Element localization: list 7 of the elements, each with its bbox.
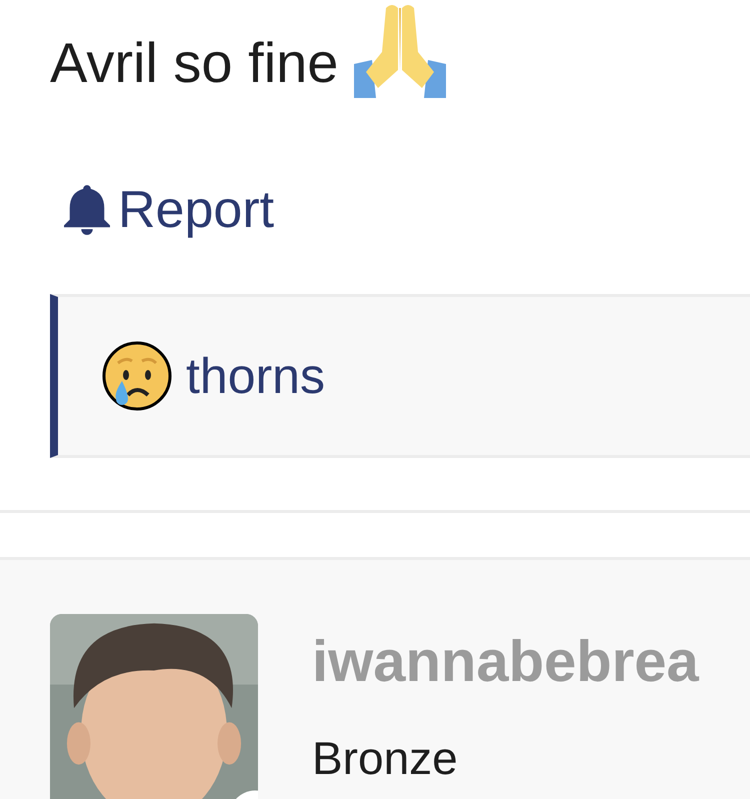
praying-hands-icon: [352, 2, 448, 98]
user-rank: Bronze: [312, 732, 459, 784]
crying-face-icon: [102, 341, 172, 411]
report-link[interactable]: Report: [64, 180, 274, 240]
post-text: Avril so fine: [50, 30, 338, 96]
quote-author[interactable]: thorns: [186, 347, 325, 405]
bell-icon: [64, 183, 110, 237]
